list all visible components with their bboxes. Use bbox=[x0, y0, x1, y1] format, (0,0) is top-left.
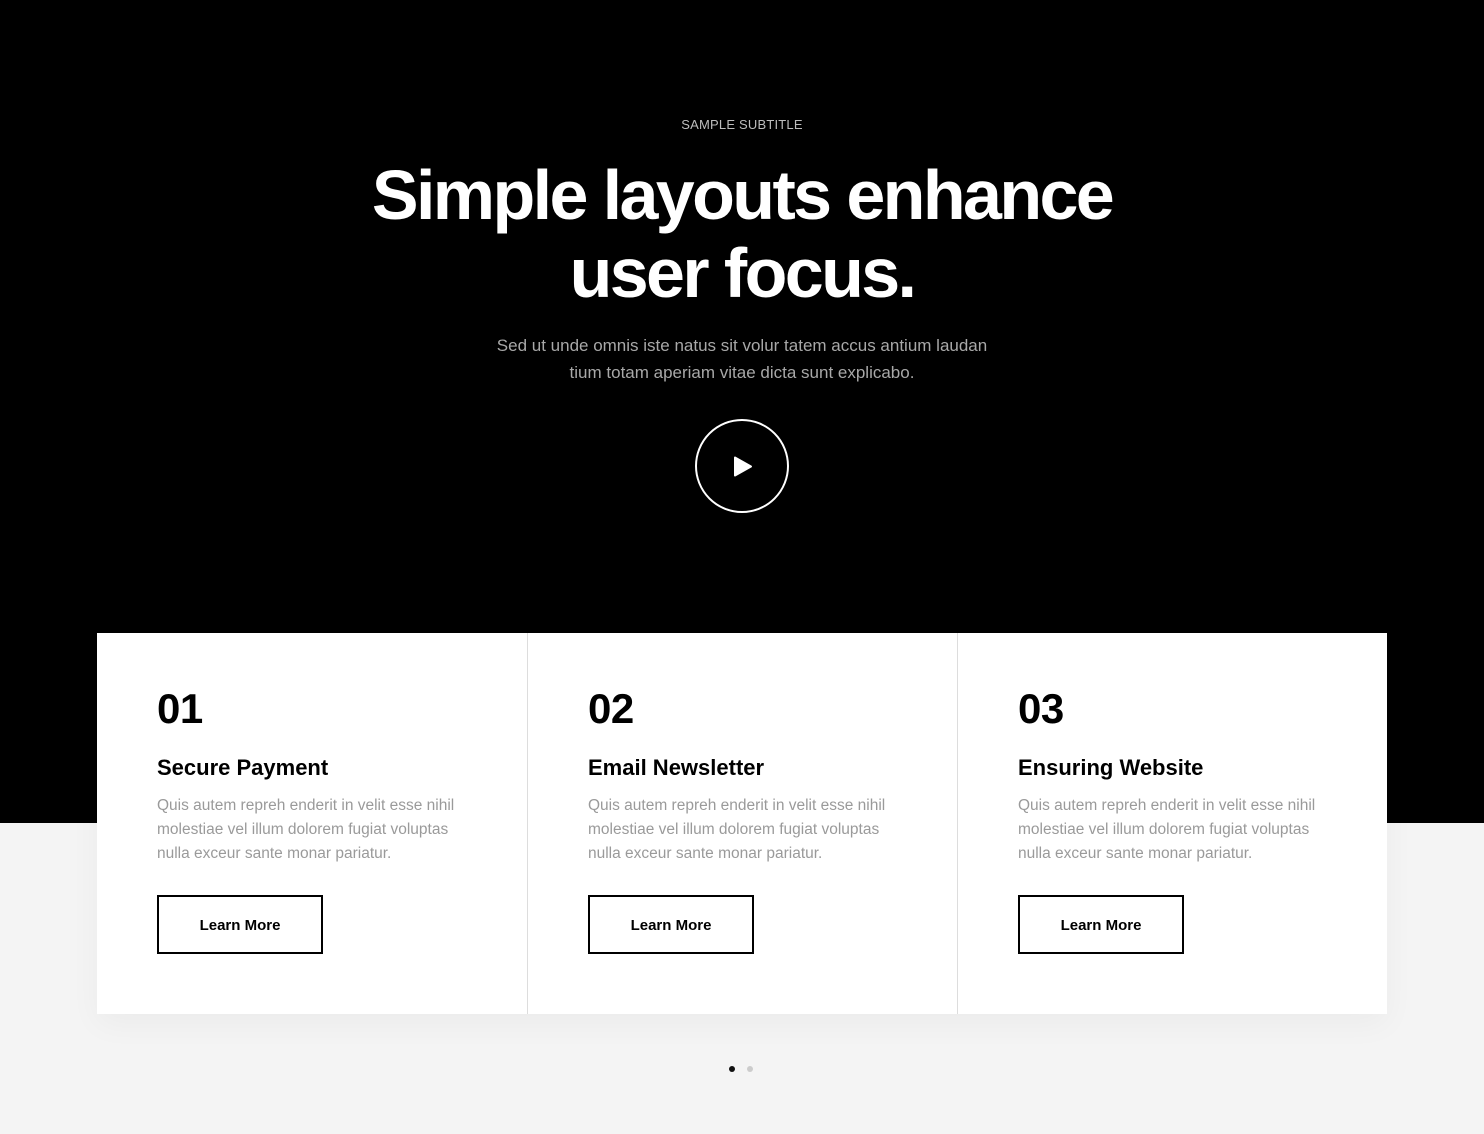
pagination-dot-2[interactable] bbox=[747, 1066, 753, 1072]
carousel-pagination bbox=[729, 1066, 753, 1072]
learn-more-button[interactable]: Learn More bbox=[588, 895, 754, 954]
card-title: Secure Payment bbox=[157, 755, 329, 780]
feature-cards: 01 Secure Payment Quis autem repreh ende… bbox=[97, 633, 1387, 1014]
play-icon bbox=[734, 456, 752, 477]
hero-title-line-1: Simple layouts enhance bbox=[371, 156, 1115, 234]
play-video-button[interactable] bbox=[695, 419, 789, 513]
card-number: 01 bbox=[157, 685, 203, 732]
hero-title-line-2: user focus. bbox=[569, 234, 917, 312]
learn-more-button[interactable]: Learn More bbox=[1018, 895, 1184, 954]
card-title: Email Newsletter bbox=[588, 755, 765, 780]
feature-card-secure-payment: 01 Secure Payment Quis autem repreh ende… bbox=[97, 633, 527, 1014]
card-title: Ensuring Website bbox=[1018, 755, 1204, 780]
card-number: 03 bbox=[1018, 685, 1064, 732]
card-text: Quis autem repreh enderit in velit esse … bbox=[588, 797, 886, 862]
pagination-dot-1[interactable] bbox=[729, 1066, 735, 1072]
feature-card-email-newsletter: 02 Email Newsletter Quis autem repreh en… bbox=[527, 633, 957, 1014]
card-number: 02 bbox=[588, 685, 634, 732]
hero-description: Sed ut unde omnis iste natus sit volur t… bbox=[472, 332, 1012, 386]
card-text: Quis autem repreh enderit in velit esse … bbox=[157, 797, 455, 862]
card-text: Quis autem repreh enderit in velit esse … bbox=[1018, 797, 1316, 862]
hero-subtitle: SAMPLE SUBTITLE bbox=[681, 117, 803, 132]
feature-card-ensuring-website: 03 Ensuring Website Quis autem repreh en… bbox=[957, 633, 1387, 1014]
hero-title: Simple layouts enhance user focus. bbox=[0, 156, 1484, 312]
hero-description-line-1: Sed ut unde omnis iste natus sit volur t… bbox=[496, 336, 988, 355]
hero-description-line-2: tium totam aperiam vitae dicta sunt expl… bbox=[569, 363, 915, 382]
learn-more-button[interactable]: Learn More bbox=[157, 895, 323, 954]
